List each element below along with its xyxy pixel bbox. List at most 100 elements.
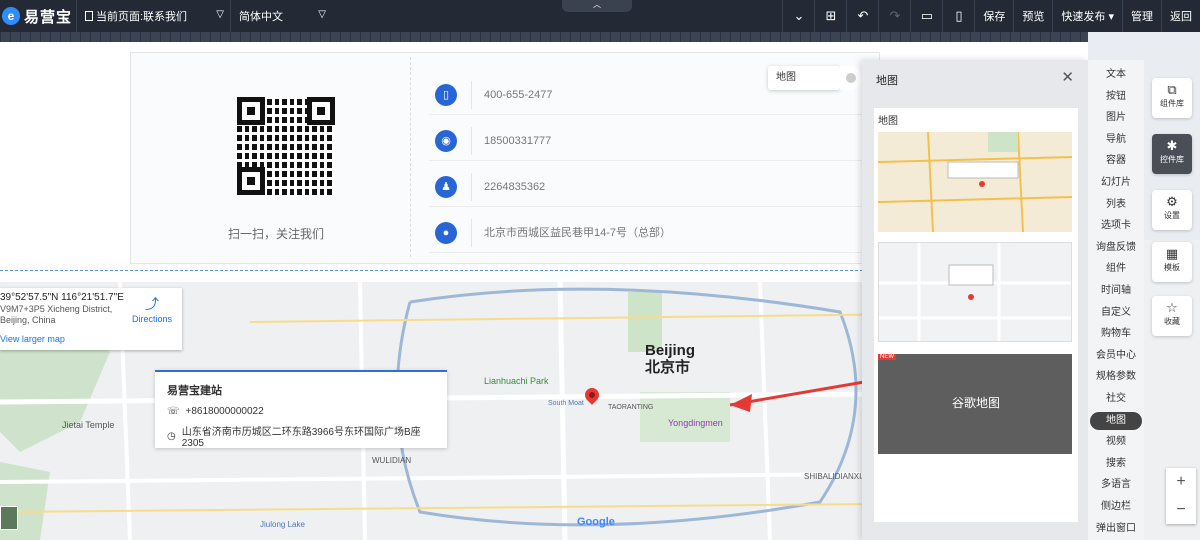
qr-panel: 扫一扫，关注我们 — [141, 57, 411, 257]
component-item[interactable]: 多语言 — [1090, 476, 1142, 494]
component-item[interactable]: 幻灯片 — [1090, 174, 1142, 192]
collapse-toolbar-button[interactable]: ︿ — [562, 0, 632, 12]
zoom-out-button[interactable]: − — [1166, 496, 1196, 524]
wechat-icon: ◉ — [435, 129, 457, 152]
settings-label: 设置 — [1164, 211, 1180, 220]
map-style-section-label: 地图 — [878, 116, 898, 127]
component-item[interactable]: 按钮 — [1090, 88, 1142, 106]
language-selector-label: 简体中文 — [239, 11, 283, 23]
component-item[interactable]: 视频 — [1090, 433, 1142, 451]
component-item[interactable]: 组件 — [1090, 260, 1142, 278]
mobile-view-button[interactable]: ▯ — [942, 0, 974, 32]
city-label-cn: 北京市 — [645, 359, 691, 376]
qr-finder — [237, 167, 265, 195]
component-library-icon: ⧉ — [1167, 82, 1177, 97]
component-item[interactable]: 文本 — [1090, 66, 1142, 84]
component-item[interactable]: 询盘反馈 — [1090, 239, 1142, 257]
map-zoom-control: + − — [1166, 468, 1196, 524]
contact-row-qq: ♟ 2264835362 — [429, 167, 889, 207]
component-item[interactable]: 列表 — [1090, 196, 1142, 214]
ruler-button[interactable]: ⊞ — [814, 0, 846, 32]
undo-button[interactable]: ↶ — [846, 0, 878, 32]
component-item[interactable]: 容器 — [1090, 152, 1142, 170]
city-label-en: Beijing — [645, 342, 696, 359]
directions-button[interactable]: ⤴ Directions — [132, 294, 172, 324]
plugin-library-button[interactable]: ✱ 控件库 — [1152, 134, 1192, 174]
template-icon: ▦ — [1165, 246, 1179, 261]
component-item[interactable]: 时间轴 — [1090, 282, 1142, 300]
clock-icon: ◷ — [167, 430, 176, 442]
dropdown-button[interactable]: ⌄ — [782, 0, 814, 32]
preview-button[interactable]: 预览 — [1013, 0, 1052, 32]
map-address-card: 易营宝建站 ☏ +8618000000022 ◷ 山东省济南市历城区二环东路39… — [155, 370, 447, 449]
component-item[interactable]: 会员中心 — [1090, 347, 1142, 365]
plugin-library-label: 控件库 — [1160, 155, 1184, 164]
satellite-toggle[interactable] — [0, 506, 18, 530]
map-label: Lianhuachi Park — [484, 376, 549, 386]
page-icon — [85, 11, 93, 21]
back-button[interactable]: 返回 — [1161, 0, 1200, 32]
save-button[interactable]: 保存 — [974, 0, 1013, 32]
map-thumbnail — [879, 243, 1071, 341]
component-item[interactable]: 导航 — [1090, 131, 1142, 149]
map-style-option[interactable] — [878, 132, 1072, 232]
map-label: Jietai Temple — [62, 420, 115, 430]
map-label: WULIDIAN — [372, 456, 412, 465]
larger-map-link[interactable]: View larger map — [0, 334, 182, 344]
component-item[interactable]: 社交 — [1090, 390, 1142, 408]
qr-code — [237, 97, 335, 195]
zoom-in-button[interactable]: + — [1166, 468, 1196, 496]
component-item[interactable]: 搜索 — [1090, 455, 1142, 473]
company-name: 易营宝建站 — [167, 385, 222, 397]
city-label: Beijing 北京市 — [645, 342, 695, 376]
toolbar-actions: ⌄ ⊞ ↶ ↷ ▭ ▯ 保存 预览 快速发布 ▾ 管理 返回 — [782, 0, 1200, 32]
horizontal-ruler — [0, 32, 1088, 42]
component-library-label: 组件库 — [1160, 99, 1184, 108]
company-address-row: ◷ 山东省济南市历城区二环东路3966号东环国际广场B座2305 — [167, 423, 435, 449]
favorites-button[interactable]: ☆ 收藏 — [1152, 296, 1192, 336]
component-item[interactable]: 自定义 — [1090, 304, 1142, 322]
map-tag[interactable]: 地图 — [768, 66, 840, 90]
component-item[interactable]: 地图 — [1090, 411, 1142, 430]
chevron-down-icon: ▽ — [216, 9, 224, 20]
redo-button[interactable]: ↷ — [878, 0, 910, 32]
company-address: 山东省济南市历城区二环东路3966号东环国际广场B座2305 — [181, 427, 421, 449]
directions-label: Directions — [131, 314, 172, 324]
component-item[interactable]: 图片 — [1090, 109, 1142, 127]
desktop-view-button[interactable]: ▭ — [910, 0, 942, 32]
contact-row-wechat: ◉ 18500331777 — [429, 121, 889, 161]
page-selector-label: 当前页面:联系我们 — [96, 11, 188, 23]
component-list: 文本按钮图片导航容器幻灯片列表选项卡询盘反馈组件时间轴自定义购物车会员中心规格参… — [1088, 60, 1144, 540]
map-label: South Moat — [548, 400, 584, 407]
panel-title: 地图 — [876, 75, 898, 87]
component-item[interactable]: 弹出窗口 — [1090, 520, 1142, 538]
google-map-caption: 谷歌地图 — [952, 396, 1001, 410]
contact-row-address: ● 北京市西城区益民巷甲14-7号（总部） — [429, 213, 889, 253]
map-style-option[interactable] — [878, 242, 1072, 342]
phone-icon: ☏ — [167, 406, 180, 417]
page-selector[interactable]: 当前页面:联系我们 ▽ — [76, 0, 230, 32]
component-item[interactable]: 侧边栏 — [1090, 498, 1142, 516]
phone-icon: ▯ — [435, 83, 457, 106]
template-button[interactable]: ▦ 模板 — [1152, 242, 1192, 282]
publish-button[interactable]: 快速发布 ▾ — [1052, 0, 1122, 32]
component-item[interactable]: 选项卡 — [1090, 217, 1142, 235]
top-toolbar: e 易营宝 当前页面:联系我们 ▽ 简体中文 ▽ ︿ ⌄ ⊞ ↶ ↷ ▭ ▯ 保… — [0, 0, 1200, 32]
chevron-down-icon: ▽ — [318, 9, 326, 20]
directions-icon: ⤴ — [144, 296, 159, 312]
plugin-library-icon: ✱ — [1166, 138, 1178, 153]
logo-text: 易营宝 — [24, 8, 73, 26]
component-item[interactable]: 购物车 — [1090, 325, 1142, 343]
qr-caption: 扫一扫，关注我们 — [227, 227, 324, 241]
settings-icon: ⚙ — [1166, 194, 1178, 209]
close-icon[interactable]: ✕ — [1061, 68, 1074, 86]
map-info-card: 39°52'57.5"N 116°21'51.7"E V9M7+3P5 Xich… — [0, 288, 182, 350]
tool-rail: ⧉ 组件库 ✱ 控件库 ⚙ 设置 ▦ 模板 ☆ 收藏 — [1144, 60, 1200, 360]
component-library-button[interactable]: ⧉ 组件库 — [1152, 78, 1192, 118]
component-item[interactable]: 规格参数 — [1090, 368, 1142, 386]
google-map-style-option[interactable]: NEW 谷歌地图 — [878, 354, 1072, 454]
location-icon: ● — [435, 221, 457, 244]
admin-button[interactable]: 管理 — [1122, 0, 1161, 32]
language-selector[interactable]: 简体中文 ▽ — [230, 0, 332, 32]
settings-button[interactable]: ⚙ 设置 — [1152, 190, 1192, 230]
